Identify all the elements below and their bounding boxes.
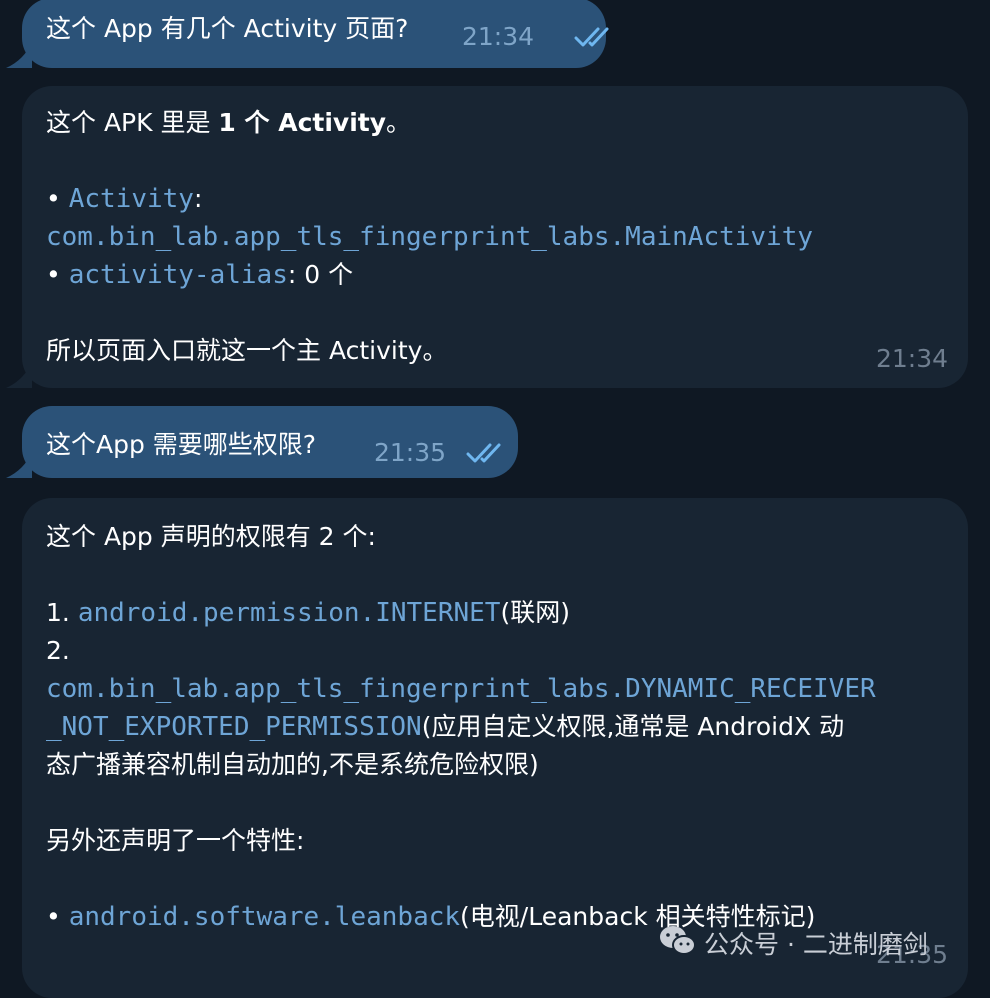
message-text: 这个 App 有几个 Activity 页面? (46, 14, 409, 43)
list-number: 1. (46, 598, 78, 627)
feature-intro: 另外还声明了一个特性: (46, 826, 305, 855)
inline-code[interactable]: android.software.leanback (69, 902, 460, 932)
list-item: • activity-alias: 0 个 (46, 256, 353, 294)
colon: : (193, 184, 203, 213)
list-item-note: (应用自定义权限,通常是 AndroidX 动 (421, 712, 845, 741)
list-number: 2. (46, 636, 70, 665)
list-item: 1. android.permission.INTERNET(联网) (46, 594, 570, 632)
message-time: 21:35 (374, 438, 447, 467)
intro-text: 这个 APK 里是 (46, 108, 219, 137)
bullet: • (46, 184, 69, 213)
double-check-icon (466, 443, 501, 463)
bullet: • (46, 902, 69, 931)
list-item-value: _NOT_EXPORTED_PERMISSION(应用自定义权限,通常是 And… (46, 708, 844, 746)
message-time: 21:34 (462, 22, 535, 51)
inline-code[interactable]: android.permission.INTERNET (78, 598, 501, 628)
message-time: 21:34 (876, 344, 949, 373)
message-intro: 这个 App 声明的权限有 2 个: (46, 522, 376, 551)
list-item: • android.software.leanback(电视/Leanback … (46, 898, 815, 936)
inline-code[interactable]: com.bin_lab.app_tls_fingerprint_labs.DYN… (46, 674, 876, 704)
bullet: • (46, 260, 69, 289)
inline-code[interactable]: _NOT_EXPORTED_PERMISSION (46, 712, 422, 742)
outgoing-message[interactable]: 这个App 需要哪些权限? 21:35 (22, 406, 518, 478)
inline-code[interactable]: activity-alias (69, 260, 288, 290)
watermark: 公众号 · 二进制磨剑 (704, 930, 928, 959)
list-item-note-cont: 态广播兼容机制自动加的,不是系统危险权限) (46, 750, 539, 779)
outgoing-message[interactable]: 这个 App 有几个 Activity 页面? 21:34 (22, 0, 609, 68)
incoming-message[interactable]: 这个 APK 里是 1 个 Activity。 • Activity: com.… (22, 86, 968, 388)
message-intro: 这个 APK 里是 1 个 Activity。 (46, 104, 411, 142)
list-item: • Activity: (46, 180, 202, 218)
intro-punct: 。 (386, 108, 412, 137)
inline-code[interactable]: Activity (69, 184, 194, 214)
intro-bold: 1 个 Activity (218, 108, 387, 137)
bubble-tail (6, 452, 32, 478)
bubble-tail (6, 362, 32, 388)
message-conclusion: 所以页面入口就这一个主 Activity。 (46, 336, 448, 365)
list-item-value: com.bin_lab.app_tls_fingerprint_labs.DYN… (46, 670, 876, 708)
list-item-value: com.bin_lab.app_tls_fingerprint_labs.Mai… (46, 218, 813, 256)
message-text: 这个App 需要哪些权限? (46, 430, 317, 459)
inline-code[interactable]: com.bin_lab.app_tls_fingerprint_labs.Mai… (46, 222, 813, 252)
incoming-message[interactable]: 这个 App 声明的权限有 2 个: 1. android.permission… (22, 498, 968, 998)
list-item-text: : 0 个 (287, 260, 354, 289)
bubble-tail (6, 42, 32, 68)
wechat-icon (660, 926, 696, 955)
double-check-icon (574, 27, 609, 47)
list-item-note: (联网) (500, 598, 570, 627)
